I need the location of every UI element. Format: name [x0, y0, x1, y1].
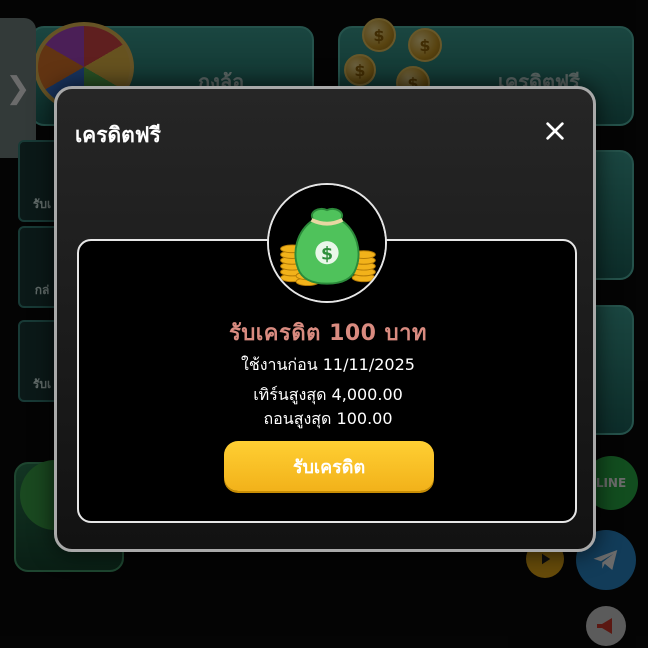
money-bag-icon: $ [267, 183, 387, 303]
claim-credit-button[interactable]: รับเครดิต [224, 441, 434, 491]
max-withdraw: ถอนสูงสุด 100.00 [263, 409, 393, 428]
coin-icon: $ [344, 54, 376, 86]
modal-title: เครดิตฟรี [75, 123, 161, 147]
expiry-date: ใช้งานก่อน 11/11/2025 [241, 355, 415, 374]
side-card-label: รับเ [32, 377, 52, 391]
credit-amount-title: รับเครดิต 100 บาท [229, 321, 427, 346]
coin-icon: $ [362, 18, 396, 52]
close-button[interactable] [541, 117, 569, 145]
side-card-label: กล่ [34, 283, 50, 297]
telegram-icon [593, 550, 618, 570]
play-icon [542, 553, 551, 565]
side-panel-toggle[interactable]: ❯ [0, 18, 36, 158]
close-icon [546, 122, 564, 140]
svg-text:$: $ [321, 244, 333, 264]
free-credit-modal: เครดิตฟรี $ รับเครดิต 100 บาท ใช้งานก่อน… [54, 86, 596, 552]
max-turnover: เทิร์นสูงสุด 4,000.00 [253, 385, 403, 404]
chevron-right-icon: ❯ [5, 70, 31, 106]
megaphone-icon [597, 618, 612, 634]
coin-icon: $ [408, 28, 442, 62]
announcement-button[interactable] [586, 606, 626, 646]
line-button-label: LINE [595, 476, 627, 490]
screen: กงล้อ เครดิตฟรี $ $ $ $ ❯ รับเ กล่ รับเ … [0, 0, 648, 648]
side-card-label: รับเ [32, 197, 52, 211]
